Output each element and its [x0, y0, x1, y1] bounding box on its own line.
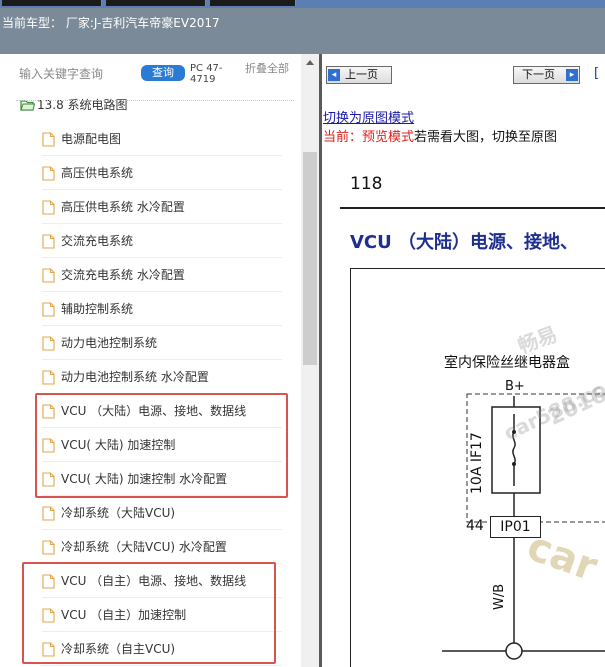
tree-root-node[interactable]: 13.8 系统电路图 [20, 96, 128, 116]
tree-item-label: VCU （自主）加速控制 [61, 608, 187, 622]
tree-item[interactable]: 辅助控制系统 [42, 292, 282, 326]
fuse-box-title: 室内保险丝继电器盒 [444, 355, 570, 371]
tree-item-label: 高压供电系统 [61, 166, 134, 180]
toolbar-button[interactable] [2, 0, 102, 6]
tree-item[interactable]: 冷却系统（自主VCU) [42, 632, 282, 666]
tree-item-label: 冷却系统（自主VCU) [61, 642, 176, 656]
tree-item[interactable]: VCU （大陆）电源、接地、数据线 [42, 394, 282, 428]
tree-item-label: 冷却系统（大陆VCU) 水冷配置 [61, 540, 227, 554]
tree-item[interactable]: VCU （自主）加速控制 [42, 598, 282, 632]
query-button[interactable]: 查询 [141, 65, 185, 81]
document-icon [42, 540, 55, 555]
tree-item-label: 交流充电系统 水冷配置 [61, 268, 185, 282]
tree-item[interactable]: VCU( 大陆) 加速控制 [42, 428, 282, 462]
search-input[interactable] [19, 64, 137, 84]
tree-item-label: VCU( 大陆) 加速控制 [61, 438, 176, 452]
fuse-node [512, 462, 516, 466]
search-row: 查询 PC 47-4719 折叠全部 [0, 54, 300, 94]
tree-item[interactable]: 动力电池控制系统 [42, 326, 282, 360]
tree-divider [16, 100, 294, 101]
tree-panel: 查询 PC 47-4719 折叠全部 13.8 系统电路图 电源配电图高压供电系… [0, 54, 320, 667]
fuse-rating-label: 10A IF17 [469, 432, 485, 494]
tree-item-label: VCU （自主）电源、接地、数据线 [61, 574, 247, 588]
folder-open-icon [20, 100, 35, 111]
tree-item[interactable]: 交流充电系统 [42, 224, 282, 258]
fuse-element [512, 414, 516, 486]
document-icon [42, 336, 55, 351]
document-icon [42, 234, 55, 249]
scroll-thumb[interactable] [303, 152, 317, 365]
collapse-all-button[interactable]: 折叠全部 [245, 63, 289, 75]
tree-item[interactable]: 动力电池控制系统 水冷配置 [42, 360, 282, 394]
tree-item-label: 动力电池控制系统 水冷配置 [61, 370, 209, 384]
tree-item-label: 动力电池控制系统 [61, 336, 158, 350]
document-icon [42, 132, 55, 147]
document-icon [42, 574, 55, 589]
scroll-up-arrow-icon[interactable] [301, 54, 319, 72]
tree-item[interactable]: VCU （自主）电源、接地、数据线 [42, 564, 282, 598]
tree-item[interactable]: 高压供电系统 水冷配置 [42, 190, 282, 224]
document-icon [42, 302, 55, 317]
tree-item[interactable]: 高压供电系统 [42, 156, 282, 190]
tree-item[interactable]: VCU( 大陆) 加速控制 水冷配置 [42, 462, 282, 496]
diagram-panel: ◂ 上一页 下一页 ▸ [ 切换为原图模式 当前：预览模式若需看大图，切换至原图… [322, 54, 605, 667]
document-icon [42, 506, 55, 521]
document-icon [42, 268, 55, 283]
fuse-node [512, 430, 516, 434]
document-icon [42, 438, 55, 453]
tree-scrollbar[interactable] [301, 54, 319, 667]
pc-code-link[interactable]: PC 47-4719 [190, 63, 234, 85]
tree-item-label: 辅助控制系统 [61, 302, 134, 316]
car-model-text: 当前车型： 厂家:J-吉利汽车帝豪EV2017 [2, 16, 220, 30]
window-top-strip [0, 0, 605, 8]
document-icon [42, 472, 55, 487]
tree-item[interactable]: 交流充电系统 水冷配置 [42, 258, 282, 292]
document-icon [42, 370, 55, 385]
connector-label: IP01 [490, 516, 541, 538]
pin-number: 44 [466, 518, 484, 534]
splice-circle [505, 642, 523, 660]
toolbar-button[interactable] [210, 0, 296, 6]
document-icon [42, 404, 55, 419]
fuse-box-outline [466, 393, 605, 523]
tree-item-label: 电源配电图 [61, 132, 122, 146]
car-model-header: 当前车型： 厂家:J-吉利汽车帝豪EV2017 [0, 8, 605, 54]
tree-item-label: 交流充电系统 [61, 234, 134, 248]
tree-item-label: VCU( 大陆) 加速控制 水冷配置 [61, 472, 228, 486]
tree-item-label: 冷却系统（大陆VCU) [61, 506, 176, 520]
tree-item-label: 高压供电系统 水冷配置 [61, 200, 185, 214]
tree-item[interactable]: 冷却系统（大陆VCU) [42, 496, 282, 530]
document-icon [42, 608, 55, 623]
toolbar-button[interactable] [106, 0, 206, 6]
document-icon [42, 642, 55, 657]
wire-color-code: W/B [492, 583, 507, 610]
bplus-label: B+ [505, 379, 525, 394]
tree-item-label: VCU （大陆）电源、接地、数据线 [61, 404, 247, 418]
tree-item[interactable]: 冷却系统（大陆VCU) 水冷配置 [42, 530, 282, 564]
document-icon [42, 200, 55, 215]
tree-item[interactable]: 电源配电图 [42, 122, 282, 156]
document-icon [42, 166, 55, 181]
fuse-body [491, 406, 541, 494]
